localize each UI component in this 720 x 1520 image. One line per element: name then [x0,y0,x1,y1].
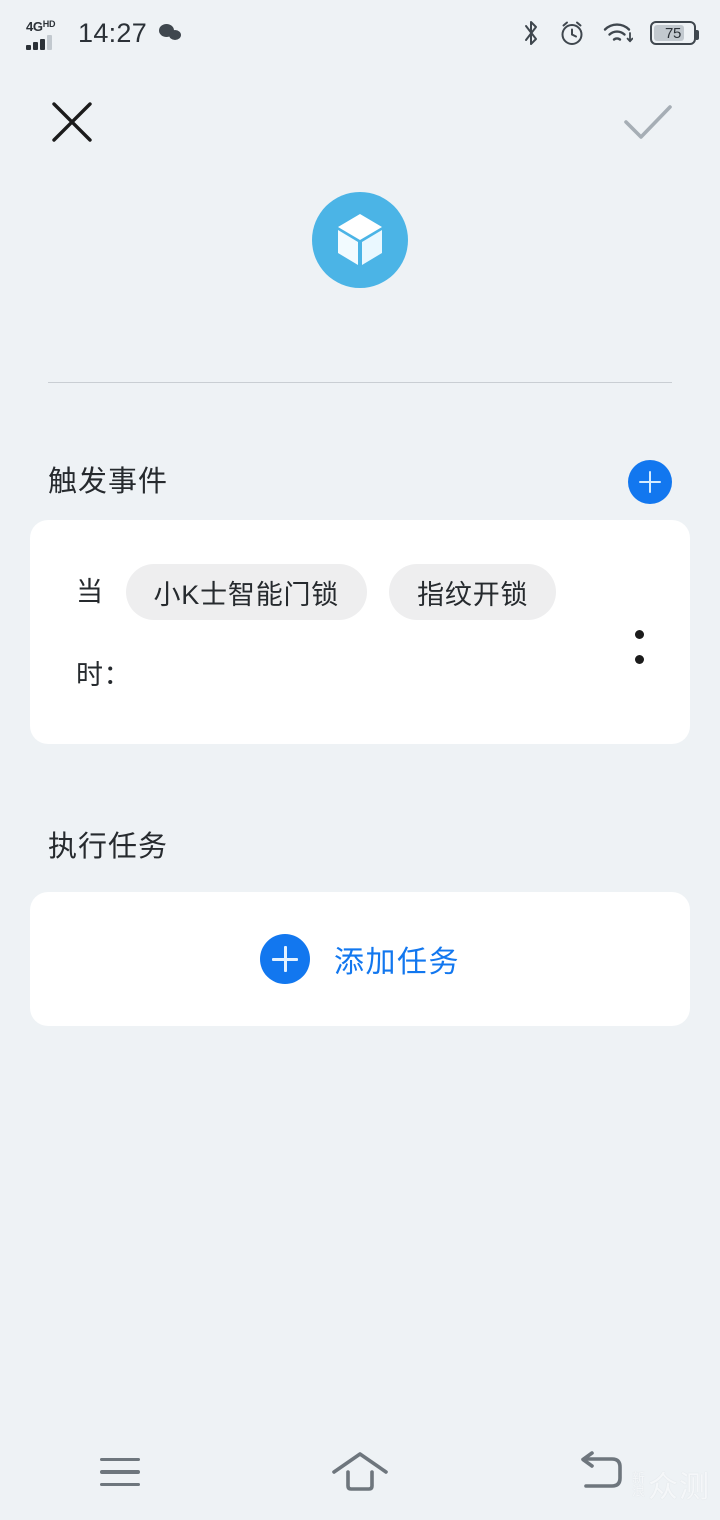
network-type-text: 4G [26,19,43,34]
wechat-icon [159,23,183,43]
trigger-device-pill[interactable]: 小K士智能门锁 [125,564,368,620]
alarm-clock-icon [561,21,583,45]
app-bar [0,82,720,160]
trigger-section-header: 触发事件 [48,460,672,504]
network-type-label: 4G HD [26,19,66,34]
status-bar: 4G HD 14:27 75 [0,0,720,66]
battery-indicator: 75 [650,21,699,45]
plus-icon [260,934,310,984]
cube-icon [338,214,382,265]
status-bar-left: 4G HD 14:27 [26,16,183,50]
trigger-action-pill[interactable]: 指纹开锁 [389,564,557,620]
scene-icon-container [0,192,720,288]
menu-icon-line [100,1457,140,1462]
more-vertical-icon-dot [634,655,644,664]
add-task-button[interactable]: 添加任务 [30,892,690,1026]
nav-recents-button[interactable] [0,1424,240,1520]
task-card: 添加任务 [30,892,690,1026]
network-suffix-text: HD [42,19,56,29]
watermark-small-text: 新浪 [630,1471,645,1497]
menu-icon-line [100,1470,140,1474]
close-icon [52,102,92,142]
bluetooth-icon [525,21,537,45]
more-vertical-icon-dot [634,630,644,639]
close-button[interactable] [42,92,102,152]
battery-percent-label: 75 [664,24,682,42]
add-trigger-button[interactable] [628,460,672,504]
condition-prefix-label: 当 [76,577,104,607]
back-icon [581,1451,622,1488]
watermark: 新浪 众测 [630,1462,710,1506]
app-screen: 4G HD 14:27 75 触发事件 当 小K士智能门锁 指纹开锁 时： 执行… [0,0,720,1520]
nav-home-button[interactable] [240,1424,480,1520]
status-bar-clock: 14:27 [78,17,148,48]
header-divider [48,382,672,383]
home-icon [332,1452,388,1491]
watermark-big-text: 众测 [648,1471,710,1504]
cellular-signal-indicator: 4G HD [26,16,66,50]
wifi-icon [603,23,633,43]
confirm-button[interactable] [618,94,678,154]
task-section-title: 执行任务 [48,831,169,863]
status-bar-right: 75 [521,19,699,47]
condition-suffix-label: 时： [76,660,131,690]
trigger-section-title: 触发事件 [48,466,169,498]
trigger-more-menu-button[interactable] [616,616,662,678]
signal-bars-icon [26,35,66,50]
menu-icon-line [100,1482,140,1487]
system-navigation-bar [0,1424,720,1520]
trigger-card[interactable]: 当 小K士智能门锁 指纹开锁 时： [30,520,690,744]
checkmark-icon [624,105,672,139]
trigger-condition-row: 当 小K士智能门锁 指纹开锁 [76,564,620,620]
add-task-label: 添加任务 [334,946,460,979]
scene-icon-button[interactable] [312,192,408,288]
task-section-header: 执行任务 [48,830,672,864]
